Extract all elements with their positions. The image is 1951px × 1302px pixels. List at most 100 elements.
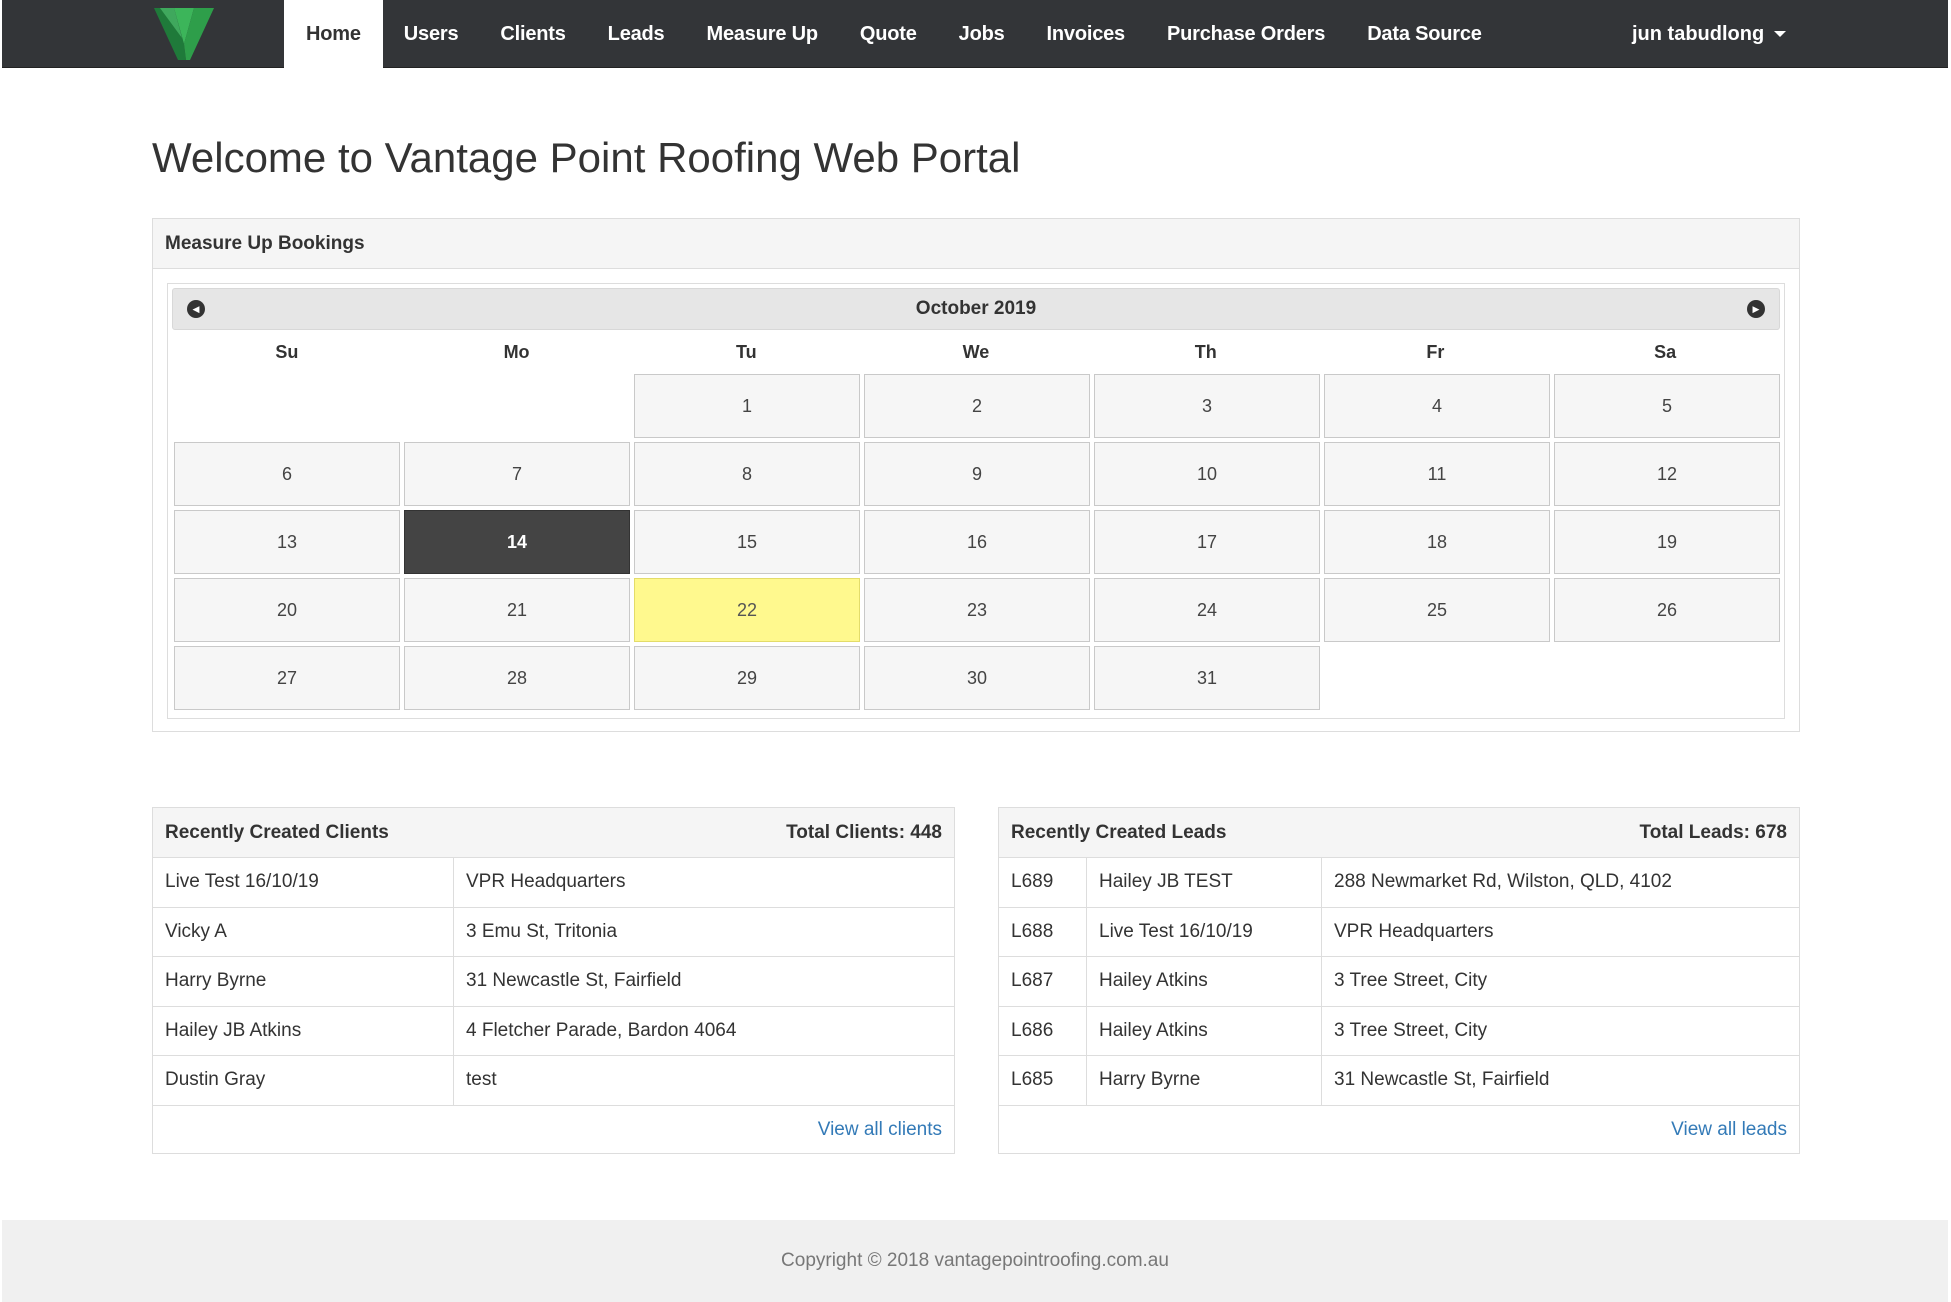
logo-v-icon bbox=[154, 8, 214, 60]
nav-item-users[interactable]: Users bbox=[383, 0, 480, 68]
table-row[interactable]: Harry Byrne 31 Newcastle St, Fairfield bbox=[153, 957, 954, 1007]
lead-name-cell: Live Test 16/10/19 bbox=[1086, 907, 1321, 956]
client-name-cell: Harry Byrne bbox=[165, 970, 267, 992]
panel-footer: View all leads bbox=[999, 1106, 1799, 1155]
panel-heading: Recently Created Leads Total Leads: 678 bbox=[999, 808, 1799, 858]
calendar-empty-cell bbox=[174, 374, 400, 438]
recent-clients-panel: Recently Created Clients Total Clients: … bbox=[152, 807, 955, 1154]
client-address-cell: 31 Newcastle St, Fairfield bbox=[453, 957, 954, 1006]
page-footer: Copyright © 2018 vantagepointroofing.com… bbox=[2, 1220, 1948, 1302]
client-name-cell: Vicky A bbox=[165, 920, 227, 942]
nav-item-invoices[interactable]: Invoices bbox=[1026, 0, 1146, 68]
panel-title: Recently Created Clients bbox=[165, 821, 389, 843]
table-row[interactable]: Vicky A 3 Emu St, Tritonia bbox=[153, 907, 954, 957]
total-leads: Total Leads: 678 bbox=[1639, 821, 1787, 843]
weekday-label: Th bbox=[1194, 341, 1217, 362]
calendar-day-31[interactable]: 31 bbox=[1094, 646, 1320, 710]
calendar-day-1[interactable]: 1 bbox=[634, 374, 860, 438]
calendar-day-9[interactable]: 9 bbox=[864, 442, 1090, 506]
calendar-day-25[interactable]: 25 bbox=[1324, 578, 1550, 642]
table-row[interactable]: Hailey JB Atkins 4 Fletcher Parade, Bardo… bbox=[153, 1006, 954, 1056]
table-row[interactable]: Dustin Gray test bbox=[153, 1056, 954, 1106]
user-menu-dropdown[interactable]: jun tabudlong bbox=[1622, 0, 1796, 68]
copyright-text: Copyright © 2018 vantagepointroofing.com… bbox=[781, 1250, 1169, 1271]
nav-item-purchase-orders[interactable]: Purchase Orders bbox=[1146, 0, 1346, 68]
weekday-header-row: Su Mo Tu We Th Fr Sa bbox=[172, 330, 1780, 374]
brand-logo[interactable] bbox=[2, 0, 284, 68]
table-row[interactable]: L687 Hailey Atkins 3 Tree Street, City bbox=[999, 957, 1799, 1007]
nav-item-home[interactable]: Home bbox=[284, 0, 383, 68]
calendar-day-14[interactable]: 14 bbox=[404, 510, 630, 574]
nav-item-measure-up[interactable]: Measure Up bbox=[685, 0, 838, 68]
measure-up-bookings-panel: Measure Up Bookings ◀ October 2019 ▶ Su M… bbox=[152, 218, 1800, 732]
calendar-header: ◀ October 2019 ▶ bbox=[172, 288, 1780, 330]
nav-item-jobs[interactable]: Jobs bbox=[938, 0, 1026, 68]
weekday-label: Su bbox=[275, 341, 299, 362]
calendar-day-8[interactable]: 8 bbox=[634, 442, 860, 506]
nav-item-clients[interactable]: Clients bbox=[479, 0, 586, 68]
lead-name-cell: Harry Byrne bbox=[1086, 1056, 1321, 1105]
calendar-day-24[interactable]: 24 bbox=[1094, 578, 1320, 642]
calendar-day-19[interactable]: 19 bbox=[1554, 510, 1780, 574]
nav-item-quote[interactable]: Quote bbox=[839, 0, 938, 68]
weekday-label: We bbox=[962, 341, 990, 362]
calendar-day-13[interactable]: 13 bbox=[174, 510, 400, 574]
panel-heading: Measure Up Bookings bbox=[153, 219, 1799, 269]
client-address-cell: VPR Headquarters bbox=[453, 858, 954, 907]
calendar-day-21[interactable]: 21 bbox=[404, 578, 630, 642]
lead-id-cell: L688 bbox=[1011, 920, 1054, 942]
table-row[interactable]: L688 Live Test 16/10/19 VPR Headquarters bbox=[999, 907, 1799, 957]
lead-name-cell: Hailey JB TEST bbox=[1086, 858, 1321, 907]
lead-id-cell: L685 bbox=[1011, 1069, 1054, 1091]
calendar-day-15[interactable]: 15 bbox=[634, 510, 860, 574]
calendar-day-10[interactable]: 10 bbox=[1094, 442, 1320, 506]
client-name-cell: Dustin Gray bbox=[165, 1069, 266, 1091]
calendar-day-5[interactable]: 5 bbox=[1554, 374, 1780, 438]
calendar-day-2[interactable]: 2 bbox=[864, 374, 1090, 438]
calendar-day-22[interactable]: 22 bbox=[634, 578, 860, 642]
panel-title: Measure Up Bookings bbox=[165, 232, 365, 254]
next-month-icon[interactable]: ▶ bbox=[1747, 300, 1765, 318]
nav-item-leads[interactable]: Leads bbox=[587, 0, 686, 68]
view-all-leads-link[interactable]: View all leads bbox=[1671, 1119, 1787, 1141]
calendar-day-4[interactable]: 4 bbox=[1324, 374, 1550, 438]
lead-name-cell: Hailey Atkins bbox=[1086, 1006, 1321, 1055]
page-title: Welcome to Vantage Point Roofing Web Por… bbox=[152, 134, 1021, 181]
total-clients: Total Clients: 448 bbox=[786, 821, 942, 843]
prev-month-icon[interactable]: ◀ bbox=[187, 300, 205, 318]
top-navbar: Home Users Clients Leads Measure Up Quote Jobs… bbox=[2, 0, 1948, 68]
client-address-cell: test bbox=[453, 1056, 954, 1105]
calendar-day-30[interactable]: 30 bbox=[864, 646, 1090, 710]
calendar-day-17[interactable]: 17 bbox=[1094, 510, 1320, 574]
calendar-day-16[interactable]: 16 bbox=[864, 510, 1090, 574]
lead-name-cell: Hailey Atkins bbox=[1086, 957, 1321, 1006]
weekday-label: Sa bbox=[1654, 341, 1677, 362]
calendar-day-20[interactable]: 20 bbox=[174, 578, 400, 642]
calendar-day-27[interactable]: 27 bbox=[174, 646, 400, 710]
calendar-day-29[interactable]: 29 bbox=[634, 646, 860, 710]
panel-heading: Recently Created Clients Total Clients: … bbox=[153, 808, 954, 858]
weekday-label: Mo bbox=[503, 341, 530, 362]
calendar-day-7[interactable]: 7 bbox=[404, 442, 630, 506]
lead-id-cell: L687 bbox=[1011, 970, 1054, 992]
leads-table: L689 Hailey JB TEST 288 Newmarket Rd, Wils… bbox=[999, 858, 1799, 1106]
calendar-day-28[interactable]: 28 bbox=[404, 646, 630, 710]
weekday-label: Tu bbox=[735, 341, 757, 362]
main-nav: Home Users Clients Leads Measure Up Quote Jobs… bbox=[284, 0, 1503, 68]
table-row[interactable]: L685 Harry Byrne 31 Newcastle St, Fairfiel… bbox=[999, 1056, 1799, 1106]
calendar-day-12[interactable]: 12 bbox=[1554, 442, 1780, 506]
calendar-empty-cell bbox=[404, 374, 630, 438]
table-row[interactable]: L689 Hailey JB TEST 288 Newmarket Rd, Wils… bbox=[999, 858, 1799, 908]
calendar-day-6[interactable]: 6 bbox=[174, 442, 400, 506]
weekday-label: Fr bbox=[1426, 341, 1445, 362]
calendar-day-23[interactable]: 23 bbox=[864, 578, 1090, 642]
calendar: ◀ October 2019 ▶ Su Mo Tu We Th Fr Sa 12345678… bbox=[167, 283, 1785, 719]
nav-item-data-source[interactable]: Data Source bbox=[1346, 0, 1503, 68]
view-all-clients-link[interactable]: View all clients bbox=[818, 1119, 942, 1141]
calendar-day-11[interactable]: 11 bbox=[1324, 442, 1550, 506]
calendar-day-26[interactable]: 26 bbox=[1554, 578, 1780, 642]
table-row[interactable]: Live Test 16/10/19 VPR Headquarters bbox=[153, 858, 954, 908]
calendar-day-3[interactable]: 3 bbox=[1094, 374, 1320, 438]
table-row[interactable]: L686 Hailey Atkins 3 Tree Street, City bbox=[999, 1006, 1799, 1056]
calendar-day-18[interactable]: 18 bbox=[1324, 510, 1550, 574]
